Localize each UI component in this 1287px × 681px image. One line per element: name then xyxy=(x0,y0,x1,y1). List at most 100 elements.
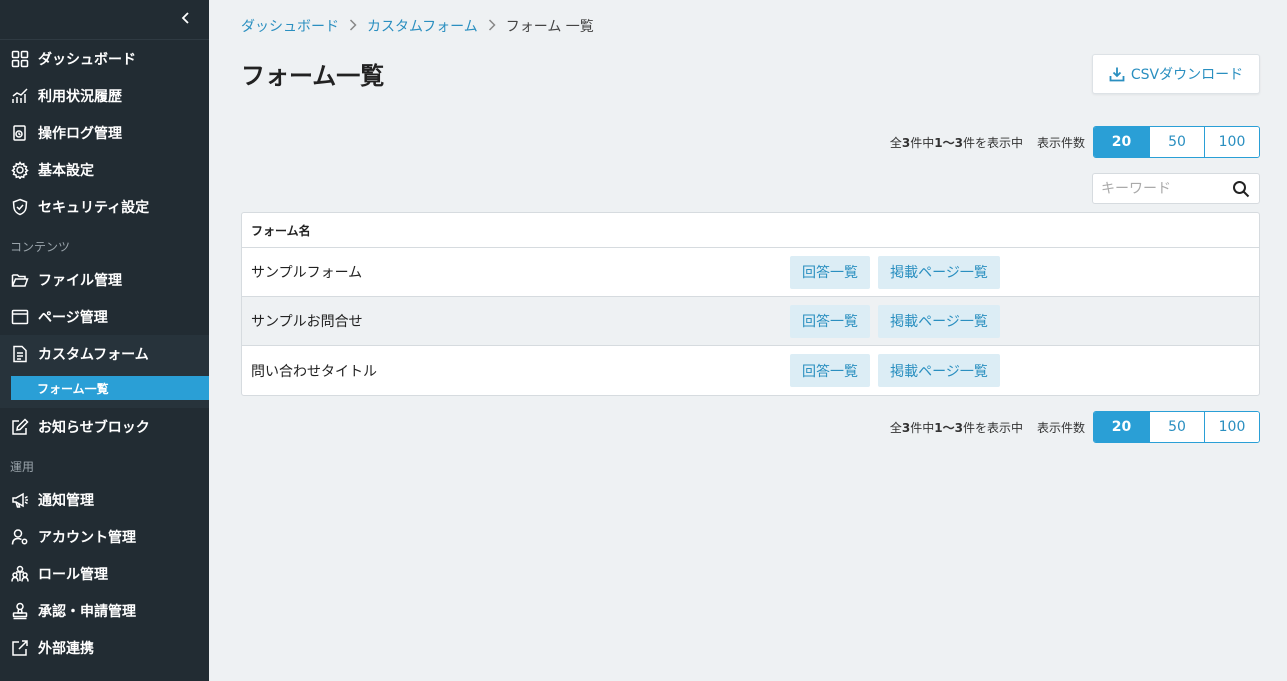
form-table: フォーム名 サンプルフォーム 回答一覧 掲載ページ一覧 サンプルお問合せ 回答一… xyxy=(241,212,1260,396)
breadcrumb-link-dashboard[interactable]: ダッシュボード xyxy=(241,16,339,36)
sidebar-item-label: 利用状況履歴 xyxy=(38,88,122,105)
search-icon[interactable] xyxy=(1232,180,1250,198)
chart-line-icon xyxy=(10,86,30,106)
pagination-bottom: 全3件中1〜3件を表示中 表示件数 20 50 100 xyxy=(890,411,1260,443)
table-row: サンプルお問合せ 回答一覧 掲載ページ一覧 xyxy=(242,297,1259,346)
collapse-sidebar-icon[interactable] xyxy=(179,10,193,29)
published-pages-button[interactable]: 掲載ページ一覧 xyxy=(878,304,1000,338)
main-content: ダッシュボード カスタムフォーム フォーム 一覧 フォーム一覧 CSVダウンロー… xyxy=(209,0,1287,681)
sidebar-item-usage-history[interactable]: 利用状況履歴 xyxy=(0,77,209,114)
sidebar-item-page-management[interactable]: ページ管理 xyxy=(0,298,209,335)
sidebar-item-label: 基本設定 xyxy=(38,162,94,179)
external-link-icon xyxy=(10,638,30,658)
sidebar-item-notification[interactable]: 通知管理 xyxy=(0,481,209,518)
gear-icon xyxy=(10,160,30,180)
table-header-form-name: フォーム名 xyxy=(242,213,1259,248)
sidebar-item-label: ロール管理 xyxy=(38,566,108,583)
sidebar-item-label: お知らせブロック xyxy=(38,419,150,436)
sidebar-item-security-settings[interactable]: セキュリティ設定 xyxy=(0,188,209,225)
user-gear-icon xyxy=(10,527,30,547)
sidebar-item-external-integration[interactable]: 外部連携 xyxy=(0,629,209,666)
per-page-selector: 20 50 100 xyxy=(1093,411,1260,443)
per-page-option-50[interactable]: 50 xyxy=(1149,412,1204,442)
breadcrumb-current: フォーム 一覧 xyxy=(505,19,594,35)
chevron-right-icon xyxy=(349,18,357,34)
search-input[interactable] xyxy=(1093,174,1232,203)
table-row: サンプルフォーム 回答一覧 掲載ページ一覧 xyxy=(242,248,1259,297)
count-total: 3 xyxy=(901,420,911,435)
sidebar-item-operation-log[interactable]: 操作ログ管理 xyxy=(0,114,209,151)
table-row: 問い合わせタイトル 回答一覧 掲載ページ一覧 xyxy=(242,346,1259,395)
count-prefix: 全 xyxy=(889,420,902,435)
published-pages-button[interactable]: 掲載ページ一覧 xyxy=(878,255,1000,289)
sidebar-header xyxy=(0,0,209,40)
answers-list-button[interactable]: 回答一覧 xyxy=(790,255,870,289)
sidebar-item-label: 外部連携 xyxy=(38,640,94,657)
per-page-selector: 20 50 100 xyxy=(1093,126,1260,158)
page-title: フォーム一覧 xyxy=(241,62,385,90)
sidebar-item-label: 承認・申請管理 xyxy=(38,603,136,620)
users-icon xyxy=(10,564,30,584)
breadcrumb: ダッシュボード カスタムフォーム フォーム 一覧 xyxy=(241,16,594,36)
count-range: 1〜3 xyxy=(934,135,963,150)
sidebar-item-role-management[interactable]: ロール管理 xyxy=(0,555,209,592)
download-icon xyxy=(1109,67,1125,82)
count-range: 1〜3 xyxy=(934,420,963,435)
answers-list-button[interactable]: 回答一覧 xyxy=(790,304,870,338)
form-name: サンプルお問合せ xyxy=(251,314,363,330)
grid-icon xyxy=(10,49,30,69)
form-name: サンプルフォーム xyxy=(251,265,363,281)
sidebar-item-label: ファイル管理 xyxy=(38,272,122,289)
folder-icon xyxy=(10,270,30,290)
csv-download-button[interactable]: CSVダウンロード xyxy=(1092,54,1260,94)
log-icon xyxy=(10,123,30,143)
edit-icon xyxy=(10,417,30,437)
sidebar-active-group: カスタムフォーム フォーム一覧 xyxy=(0,335,209,408)
breadcrumb-link-custom-form[interactable]: カスタムフォーム xyxy=(367,16,478,36)
count-mid: 件中 xyxy=(910,420,935,435)
sidebar-item-basic-settings[interactable]: 基本設定 xyxy=(0,151,209,188)
count-suffix: 件を表示中 xyxy=(962,420,1023,435)
shield-icon xyxy=(10,197,30,217)
sidebar: ダッシュボード 利用状況履歴 操作ログ管理 基本設定 セキュリティ設定 コンテン… xyxy=(0,0,209,681)
sidebar-item-file-management[interactable]: ファイル管理 xyxy=(0,261,209,298)
sidebar-item-dashboard[interactable]: ダッシュボード xyxy=(0,40,209,77)
window-icon xyxy=(10,307,30,327)
megaphone-icon xyxy=(10,490,30,510)
sidebar-item-label: 通知管理 xyxy=(38,492,94,509)
sidebar-item-label: ページ管理 xyxy=(38,309,108,326)
sidebar-section-operations: 運用 xyxy=(10,460,35,474)
count-suffix: 件を表示中 xyxy=(962,135,1023,150)
per-page-option-50[interactable]: 50 xyxy=(1149,127,1204,157)
count-prefix: 全 xyxy=(889,135,902,150)
sidebar-item-label: セキュリティ設定 xyxy=(38,199,150,216)
sidebar-item-approval-management[interactable]: 承認・申請管理 xyxy=(0,592,209,629)
published-pages-button[interactable]: 掲載ページ一覧 xyxy=(878,354,1000,387)
per-page-label: 表示件数 xyxy=(1036,420,1085,435)
per-page-label: 表示件数 xyxy=(1036,135,1085,150)
sidebar-item-label: カスタムフォーム xyxy=(38,346,149,363)
per-page-option-100[interactable]: 100 xyxy=(1204,127,1259,157)
sidebar-section-contents: コンテンツ xyxy=(10,240,71,254)
chevron-right-icon xyxy=(488,18,496,34)
sidebar-item-custom-form[interactable]: カスタムフォーム xyxy=(0,335,209,372)
keyword-search xyxy=(1092,173,1260,204)
per-page-option-20[interactable]: 20 xyxy=(1094,127,1149,157)
sidebar-item-label: 操作ログ管理 xyxy=(38,125,122,142)
stamp-icon xyxy=(10,601,30,621)
sidebar-item-account-management[interactable]: アカウント管理 xyxy=(0,518,209,555)
sidebar-item-label: アカウント管理 xyxy=(38,529,136,546)
csv-download-label: CSVダウンロード xyxy=(1130,67,1244,83)
count-mid: 件中 xyxy=(910,135,935,150)
result-count: 全3件中1〜3件を表示中 xyxy=(890,134,1023,151)
result-count: 全3件中1〜3件を表示中 xyxy=(890,419,1023,436)
answers-list-button[interactable]: 回答一覧 xyxy=(790,354,870,387)
form-icon xyxy=(10,344,30,364)
per-page-option-100[interactable]: 100 xyxy=(1204,412,1259,442)
form-name: 問い合わせタイトル xyxy=(251,363,377,380)
sidebar-item-label: ダッシュボード xyxy=(38,51,136,68)
sidebar-item-notice-block[interactable]: お知らせブロック xyxy=(0,408,209,445)
count-total: 3 xyxy=(901,135,911,150)
per-page-option-20[interactable]: 20 xyxy=(1094,412,1149,442)
sidebar-subitem-form-list[interactable]: フォーム一覧 xyxy=(11,376,209,400)
